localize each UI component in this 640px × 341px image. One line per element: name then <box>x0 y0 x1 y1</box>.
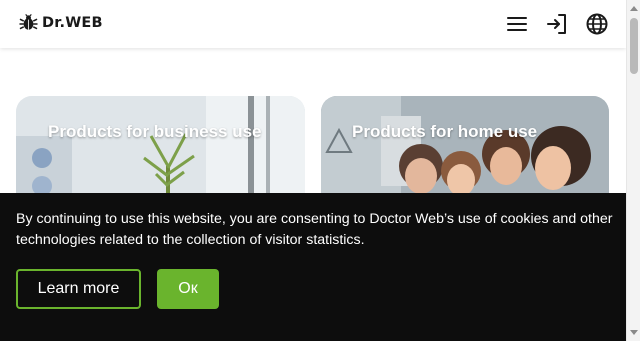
bug-logo-icon <box>19 14 38 30</box>
home-card-title: Products for home use <box>352 122 538 141</box>
cookie-consent-banner: By continuing to use this website, you a… <box>0 193 626 341</box>
ok-button[interactable]: Ок <box>157 269 219 309</box>
logo-wordmark: Dr.WEB <box>42 15 103 31</box>
site-header: Dr.WEB <box>0 0 626 48</box>
learn-more-button[interactable]: Learn more <box>16 269 141 309</box>
hamburger-menu-icon[interactable] <box>505 12 529 36</box>
cookie-message: By continuing to use this website, you a… <box>16 211 613 248</box>
login-icon[interactable] <box>545 12 569 36</box>
scroll-up-arrow-icon[interactable] <box>630 6 638 11</box>
drweb-logo[interactable]: Dr.WEB <box>19 14 103 32</box>
page-scrollbar[interactable] <box>626 0 640 341</box>
scroll-down-arrow-icon[interactable] <box>630 330 638 335</box>
business-card-title: Products for business use <box>48 122 262 141</box>
scroll-thumb[interactable] <box>630 18 638 74</box>
globe-icon[interactable] <box>585 12 609 36</box>
